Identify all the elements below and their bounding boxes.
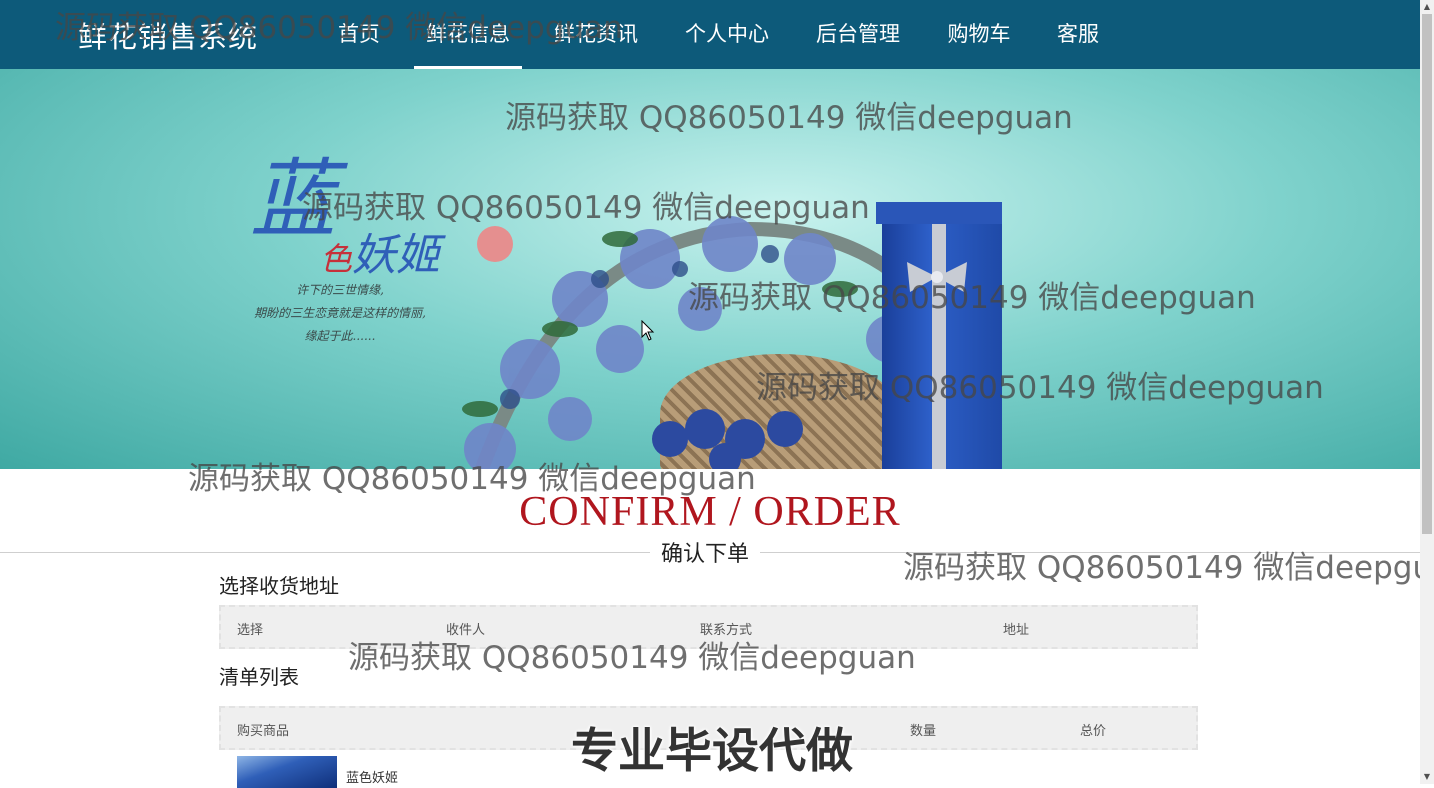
ribbon-bow-icon [907, 262, 967, 292]
order-list-title: 清单列表 [219, 665, 299, 689]
page-subtitle: 确认下单 [650, 536, 761, 568]
column-header-product: 购买商品 [237, 724, 290, 739]
address-section-title: 选择收货地址 [219, 574, 339, 598]
nav-item-home[interactable]: 首页 [329, 0, 389, 69]
blue-roses-illustration [652, 409, 803, 469]
page-scrollbar[interactable]: ▲ ▼ [1420, 0, 1434, 784]
page-title: CONFIRM / ORDER [519, 489, 901, 535]
mouse-pointer-icon [641, 320, 655, 341]
gift-box-illustration [882, 202, 1002, 469]
product-thumbnail[interactable] [237, 756, 337, 788]
nav-item-admin[interactable]: 后台管理 [804, 0, 912, 69]
column-header-recipient: 收件人 [446, 623, 486, 638]
column-header-quantity: 数量 [910, 724, 937, 739]
product-name[interactable]: 蓝色妖姬 [346, 767, 398, 786]
hero-banner: 蓝 色妖姬 许下的三世情缘, 期盼的三生恋竟就是这样的情丽, 缘起于此.....… [0, 69, 1420, 469]
scrollbar-thumb[interactable] [1422, 14, 1432, 534]
watermark-text: 源码获取 QQ86050149 微信deepguan [903, 550, 1434, 586]
address-table-header: 选择 收件人 联系方式 地址 [219, 605, 1198, 649]
scroll-up-arrow-icon[interactable]: ▲ [1420, 0, 1434, 14]
top-nav-bar: 鲜花销售系统 首页 鲜花信息 鲜花资讯 个人中心 后台管理 购物车 客服 [0, 0, 1420, 69]
nav-item-personal-center[interactable]: 个人中心 [673, 0, 781, 69]
promo-stamp-text: 专业毕设代做 [571, 724, 853, 779]
nav-item-customer-service[interactable]: 客服 [1048, 0, 1108, 69]
nav-item-flower-news[interactable]: 鲜花资讯 [542, 0, 650, 69]
nav-item-flower-info[interactable]: 鲜花信息 [414, 0, 522, 69]
column-header-total: 总价 [1080, 724, 1107, 739]
column-header-address: 地址 [1003, 623, 1030, 638]
banner-title-red: 色 [320, 240, 353, 278]
scroll-down-arrow-icon[interactable]: ▼ [1420, 770, 1434, 784]
gift-box-lid [876, 202, 1002, 224]
column-header-contact: 联系方式 [700, 623, 753, 638]
nav-item-cart[interactable]: 购物车 [936, 0, 1022, 69]
column-header-select: 选择 [237, 623, 264, 638]
site-brand[interactable]: 鲜花销售系统 [78, 14, 258, 56]
